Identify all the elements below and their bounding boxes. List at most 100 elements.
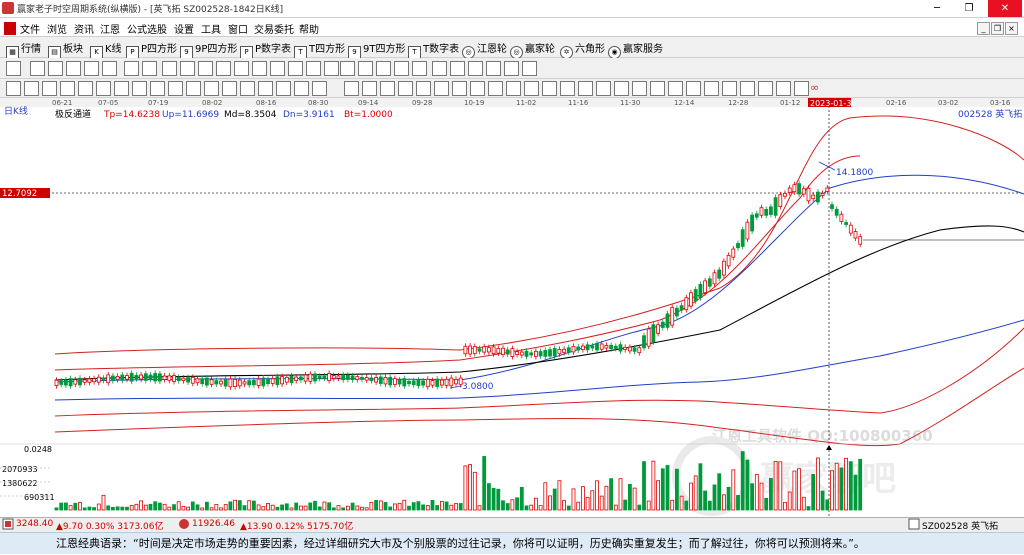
toolbar-quotes-button[interactable]: ▦ 行情 xyxy=(6,40,41,59)
draw-tool-9-icon[interactable] xyxy=(150,81,165,96)
draw-tool-29-icon[interactable] xyxy=(524,81,539,96)
first-icon[interactable] xyxy=(162,61,177,76)
settings-icon[interactable] xyxy=(522,61,537,76)
diamond-2-icon[interactable] xyxy=(252,61,267,76)
draw-tool-14-icon[interactable] xyxy=(240,81,255,96)
draw-tool-21-icon[interactable] xyxy=(380,81,395,96)
draw-tool-33-icon[interactable] xyxy=(596,81,611,96)
draw-tool-24-icon[interactable] xyxy=(434,81,449,96)
chart-area[interactable]: 06-21 07-05 07-19 08-02 08-16 08-30 09-14 09-28… xyxy=(0,98,1024,532)
toolbar-p-square-button[interactable]: P P四方形 xyxy=(126,40,177,59)
draw-tool-39-icon[interactable] xyxy=(704,81,719,96)
diamond-4-icon[interactable] xyxy=(288,61,303,76)
channel-icon[interactable] xyxy=(394,61,409,76)
menu-browse[interactable]: 浏览 xyxy=(47,21,67,36)
draw-tool-26-icon[interactable] xyxy=(470,81,485,96)
infinity-icon[interactable]: ∞ xyxy=(810,81,823,94)
sh-index-value[interactable]: 3248.40 xyxy=(16,519,53,529)
toolbar-hexagon-button[interactable]: ✡ 六角形 xyxy=(560,40,605,59)
draw-icon[interactable] xyxy=(412,61,427,76)
menu-file[interactable]: 文件 xyxy=(20,21,40,36)
target-icon[interactable] xyxy=(794,81,809,96)
draw-tool-31-icon[interactable] xyxy=(560,81,575,96)
layout-icon[interactable] xyxy=(6,61,21,76)
menu-tools[interactable]: 工具 xyxy=(201,21,221,36)
prev-icon[interactable] xyxy=(198,61,213,76)
zoom-icon[interactable] xyxy=(124,61,139,76)
draw-tool-28-icon[interactable] xyxy=(506,81,521,96)
draw-tool-22-icon[interactable] xyxy=(398,81,413,96)
window-icon[interactable] xyxy=(486,61,501,76)
draw-tool-40-icon[interactable] xyxy=(722,81,737,96)
draw-tool-2-icon[interactable] xyxy=(24,81,39,96)
draw-tool-30-icon[interactable] xyxy=(542,81,557,96)
flag-icon[interactable] xyxy=(142,61,157,76)
draw-tool-7-icon[interactable] xyxy=(114,81,129,96)
draw-tool-13-icon[interactable] xyxy=(222,81,237,96)
draw-tool-11-icon[interactable] xyxy=(186,81,201,96)
maximize-button[interactable]: ❐ xyxy=(954,0,984,17)
draw-tool-34-icon[interactable] xyxy=(614,81,629,96)
mdi-close-button[interactable]: × xyxy=(1005,22,1018,35)
diamond-6-icon[interactable] xyxy=(324,61,339,76)
calendar-icon[interactable] xyxy=(432,61,447,76)
bar-icon[interactable] xyxy=(84,61,99,76)
save-icon[interactable] xyxy=(450,61,465,76)
draw-tool-10-icon[interactable] xyxy=(168,81,183,96)
menu-formula[interactable]: 公式选股 xyxy=(127,21,167,36)
sz-index-value[interactable]: 11926.46 xyxy=(192,519,235,529)
draw-tool-5-icon[interactable] xyxy=(78,81,93,96)
draw-tool-38-icon[interactable] xyxy=(686,81,701,96)
draw-tool-15-icon[interactable] xyxy=(258,81,273,96)
toolbar-t-square-button[interactable]: T T四方形 xyxy=(294,40,345,59)
table-icon[interactable] xyxy=(776,81,791,96)
draw-tool-1-icon[interactable] xyxy=(6,81,21,96)
toolbar-t-table-button[interactable]: T T数字表 xyxy=(408,40,459,59)
draw-tool-16-icon[interactable] xyxy=(276,81,291,96)
line-icon[interactable] xyxy=(102,61,117,76)
minimize-button[interactable]: ─ xyxy=(922,0,952,17)
report-icon[interactable] xyxy=(504,61,519,76)
draw-tool-3-icon[interactable] xyxy=(42,81,57,96)
menu-settings[interactable]: 设置 xyxy=(174,21,194,36)
hand-icon[interactable] xyxy=(340,61,355,76)
draw-tool-4-icon[interactable] xyxy=(60,81,75,96)
toolbar-kline-button[interactable]: K K线 xyxy=(90,40,122,59)
draw-tool-20-icon[interactable] xyxy=(362,81,377,96)
menu-help[interactable]: 帮助 xyxy=(299,21,319,36)
draw-tool-18-icon[interactable] xyxy=(312,81,327,96)
draw-tool-12-icon[interactable] xyxy=(204,81,219,96)
book-icon[interactable] xyxy=(468,61,483,76)
draw-tool-37-icon[interactable] xyxy=(668,81,683,96)
draw-tool-36-icon[interactable] xyxy=(650,81,665,96)
diamond-5-icon[interactable] xyxy=(306,61,321,76)
toolbar-9t-square-button[interactable]: 9 9T四方形 xyxy=(348,40,405,59)
toolbar-winner-wheel-button[interactable]: ◎ 赢家轮 xyxy=(510,40,555,59)
draw-tool-23-icon[interactable] xyxy=(416,81,431,96)
toolbar-service-button[interactable]: ◉ 赢家服务 xyxy=(608,40,663,59)
draw-tool-19-icon[interactable] xyxy=(344,81,359,96)
diamond-1-icon[interactable] xyxy=(234,61,249,76)
draw-tool-25-icon[interactable] xyxy=(452,81,467,96)
menu-info[interactable]: 资讯 xyxy=(74,21,94,36)
diamond-3-icon[interactable] xyxy=(270,61,285,76)
draw-tool-32-icon[interactable] xyxy=(578,81,593,96)
menu-window[interactable]: 窗口 xyxy=(228,21,248,36)
kline-chart[interactable]: 06-21 07-05 07-19 08-02 08-16 08-30 09-14 09-28… xyxy=(0,98,1024,532)
draw-tool-8-icon[interactable] xyxy=(132,81,147,96)
candle-icon[interactable] xyxy=(66,61,81,76)
draw-tool-42-icon[interactable] xyxy=(758,81,773,96)
draw-tool-41-icon[interactable] xyxy=(740,81,755,96)
info-icon[interactable] xyxy=(48,61,63,76)
toolbar-p-table-button[interactable]: P P数字表 xyxy=(240,40,291,59)
close-button[interactable]: ✕ xyxy=(988,0,1022,17)
app-menu-icon[interactable] xyxy=(4,22,16,35)
cross-icon[interactable] xyxy=(376,61,391,76)
draw-tool-27-icon[interactable] xyxy=(488,81,503,96)
mdi-minimize-button[interactable]: _ xyxy=(977,22,990,35)
toolbar-sector-button[interactable]: ▤ 板块 xyxy=(48,40,83,59)
menu-gann[interactable]: 江恩 xyxy=(100,21,120,36)
next-icon[interactable] xyxy=(216,61,231,76)
draw-tool-35-icon[interactable] xyxy=(632,81,647,96)
mdi-restore-button[interactable]: ❐ xyxy=(991,22,1004,35)
